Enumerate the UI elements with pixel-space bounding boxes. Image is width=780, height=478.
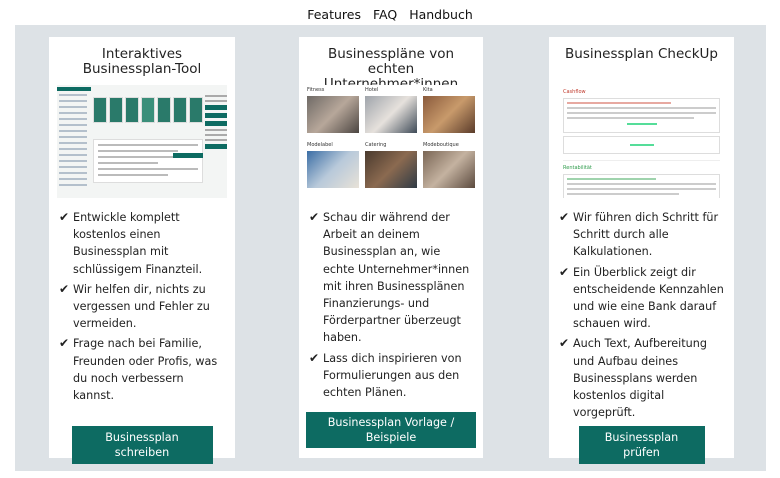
features-panel: Interaktives Businessplan-Tool ✔ Entwick… bbox=[15, 25, 766, 471]
photo-tile: Kita bbox=[423, 87, 475, 133]
feature-card-tool: Interaktives Businessplan-Tool ✔ Entwick… bbox=[49, 37, 235, 464]
feature-list: ✔ Schau dir während der Arbeit an deinem … bbox=[309, 209, 475, 404]
card-title: Businessplan CheckUp bbox=[565, 46, 718, 62]
checkup-screenshot-preview: Cashflow Rentabilität bbox=[557, 85, 726, 198]
businessplan-schreiben-button[interactable]: Businessplan schreiben bbox=[71, 426, 213, 464]
check-icon: ✔ bbox=[559, 210, 570, 224]
tool-preview-main bbox=[93, 87, 203, 195]
businessplan-pruefen-button[interactable]: Businessplan prüfen bbox=[578, 426, 705, 464]
feature-list: ✔ Entwickle komplett kostenlos einen Busi… bbox=[59, 209, 227, 407]
preview-heading: Rentabilität bbox=[563, 165, 592, 171]
check-icon: ✔ bbox=[309, 350, 320, 365]
list-item: ✔ Auch Text, Aufbereitung und Aufbau dein… bbox=[559, 336, 707, 420]
list-item: ✔ Lass dich inspirieren von Formulierunge… bbox=[309, 350, 462, 400]
preview-heading: Cashflow bbox=[563, 89, 586, 95]
check-icon: ✔ bbox=[309, 210, 320, 224]
photo-tile: Hotel bbox=[365, 87, 417, 133]
list-item: ✔ Wir führen dich Schritt für Schritt dur… bbox=[559, 210, 719, 259]
check-icon: ✔ bbox=[559, 336, 570, 351]
check-icon: ✔ bbox=[559, 264, 570, 279]
check-icon: ✔ bbox=[59, 281, 70, 296]
check-icon: ✔ bbox=[59, 210, 70, 224]
example-photo-grid: Fitness Hotel Kita Modelabel Catering Mo… bbox=[307, 85, 475, 198]
list-item: ✔ Frage nach bei Familie, Freunden oder P… bbox=[59, 336, 218, 403]
card-title: Interaktives Businessplan-Tool bbox=[82, 46, 202, 77]
list-item: ✔ Ein Überblick zeigt dir entscheidende K… bbox=[559, 264, 724, 331]
feature-list: ✔ Wir führen dich Schritt für Schritt dur… bbox=[559, 209, 726, 424]
tool-preview-right-panel bbox=[205, 95, 227, 152]
photo-tile: Catering bbox=[365, 142, 417, 188]
check-icon: ✔ bbox=[59, 336, 70, 351]
feature-card-examples: Businesspläne von echten Unternehmer*inn… bbox=[299, 37, 483, 458]
list-item: ✔ Wir helfen dir, nichts zu vergessen und… bbox=[59, 281, 210, 331]
photo-tile: Fitness bbox=[307, 87, 359, 133]
tool-preview-sidebar bbox=[57, 87, 91, 195]
list-item: ✔ Entwickle komplett kostenlos einen Busi… bbox=[59, 210, 203, 276]
feature-card-checkup: Businessplan CheckUp Cashflow Rentabilit… bbox=[549, 37, 734, 464]
photo-tile: Modeboutique bbox=[423, 142, 475, 188]
businessplan-vorlage-button[interactable]: Businessplan Vorlage / Beispiele bbox=[306, 412, 476, 448]
tool-screenshot-preview bbox=[57, 85, 227, 198]
list-item: ✔ Schau dir während der Arbeit an deinem … bbox=[309, 210, 470, 345]
photo-tile: Modelabel bbox=[307, 142, 359, 188]
